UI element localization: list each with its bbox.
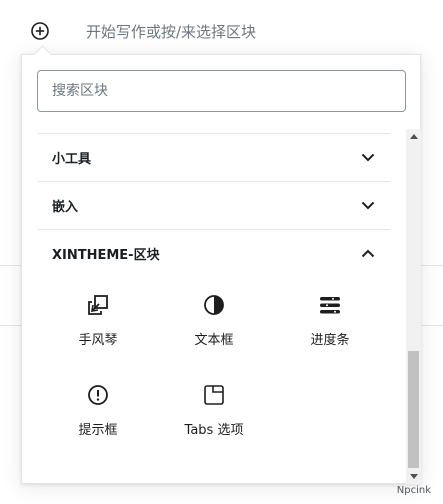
block-accordion[interactable]: 手风琴 bbox=[43, 285, 153, 361]
chevron-down-icon bbox=[356, 194, 380, 218]
section-embeds[interactable]: 嵌入 bbox=[38, 181, 390, 229]
alert-icon bbox=[86, 383, 110, 407]
scroll-down-arrow[interactable] bbox=[406, 469, 421, 484]
duplicate-icon bbox=[86, 293, 110, 317]
chevron-up-icon bbox=[356, 242, 380, 266]
search-field bbox=[37, 70, 406, 112]
block-textbox[interactable]: 文本框 bbox=[159, 285, 269, 361]
block-inserter-popover: 小工具 嵌入 XINTHEME-区块 bbox=[21, 45, 421, 485]
block-progress-bar[interactable]: 进度条 bbox=[275, 285, 385, 361]
editor-placeholder[interactable]: 开始写作或按/来选择区块 bbox=[86, 21, 256, 42]
section-title: 小工具 bbox=[52, 152, 92, 167]
editor-placeholder-row: 开始写作或按/来选择区块 bbox=[30, 14, 256, 48]
scroll-thumb[interactable] bbox=[408, 351, 419, 468]
contrast-icon bbox=[202, 293, 226, 317]
block-label: 文本框 bbox=[194, 333, 234, 348]
tab-square-icon bbox=[202, 383, 226, 407]
popover-arrow bbox=[33, 45, 52, 64]
section-title: XINTHEME-区块 bbox=[52, 248, 160, 263]
plus-circle-icon bbox=[31, 22, 49, 40]
block-label: 手风琴 bbox=[78, 333, 118, 348]
block-panels: 小工具 嵌入 XINTHEME-区块 手风琴 文本框 进度条 提示框 Tabs … bbox=[22, 129, 406, 485]
watermark: Npcink bbox=[396, 485, 431, 496]
scrollbar[interactable] bbox=[406, 129, 421, 484]
add-block-button[interactable] bbox=[30, 21, 50, 41]
section-title: 嵌入 bbox=[52, 200, 79, 215]
block-notice[interactable]: 提示框 bbox=[43, 375, 153, 451]
block-label: 进度条 bbox=[310, 333, 350, 348]
block-label: 提示框 bbox=[78, 423, 118, 438]
block-label: Tabs 选项 bbox=[184, 423, 244, 438]
scroll-up-arrow[interactable] bbox=[406, 129, 421, 144]
chevron-down-icon bbox=[356, 146, 380, 170]
bars-icon bbox=[318, 293, 342, 317]
block-tabs[interactable]: Tabs 选项 bbox=[159, 375, 269, 451]
search-input[interactable] bbox=[37, 70, 406, 112]
section-widgets[interactable]: 小工具 bbox=[38, 133, 390, 181]
section-xintheme-blocks[interactable]: XINTHEME-区块 bbox=[38, 229, 390, 277]
